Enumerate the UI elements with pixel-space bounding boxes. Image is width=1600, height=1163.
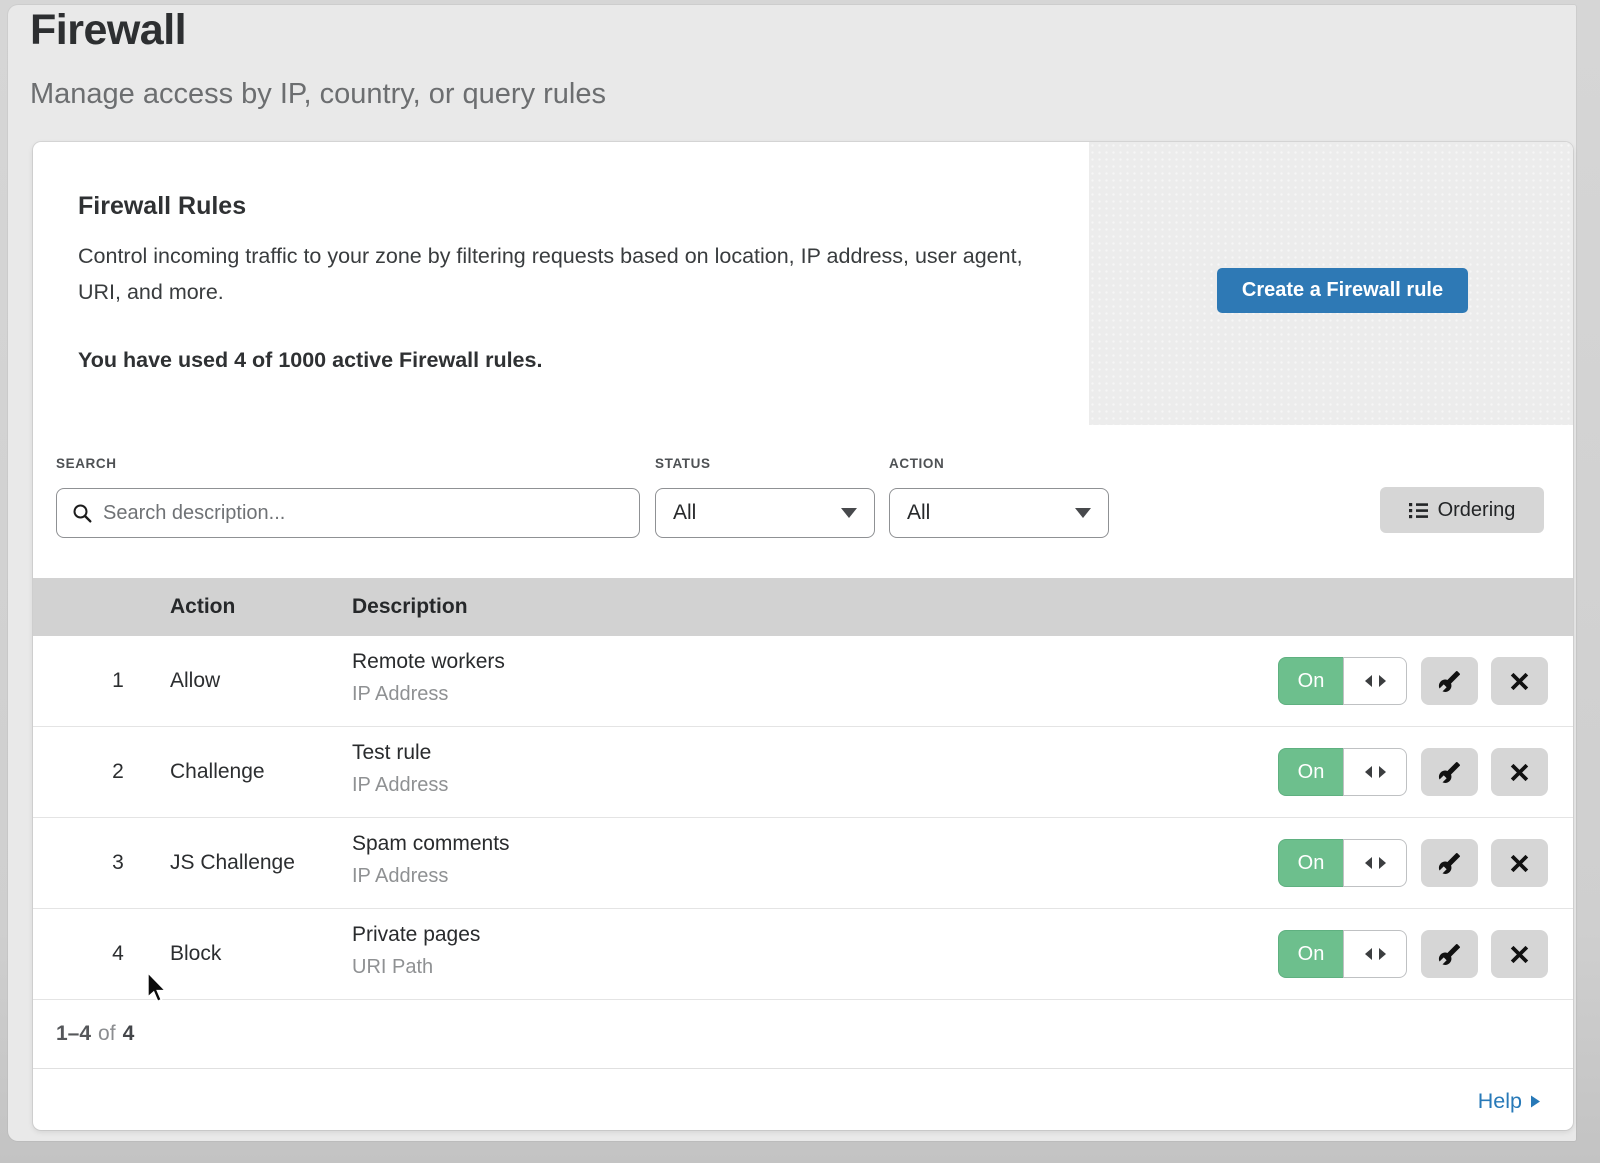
rule-toggle[interactable]: On [1278,748,1407,796]
create-firewall-rule-button[interactable]: Create a Firewall rule [1217,268,1468,313]
toggle-on-label[interactable]: On [1278,930,1343,978]
toggle-on-label[interactable]: On [1278,657,1343,705]
column-header-action: Action [170,578,235,636]
help-link-label: Help [1478,1089,1522,1114]
table-row: 3 JS Challenge Spam comments IP Address … [33,818,1573,909]
pagination-range: 1–4 [56,1022,91,1046]
rule-description: Remote workers [352,650,505,674]
wrench-icon [1438,761,1461,784]
rule-priority: 1 [93,636,143,726]
left-right-arrows-icon [1365,766,1386,778]
toggle-on-label[interactable]: On [1278,839,1343,887]
rule-match-type: IP Address [352,774,448,797]
rule-match-type: IP Address [352,683,448,706]
x-icon [1509,671,1530,692]
rules-table-body: 1 Allow Remote workers IP Address On [33,636,1573,1069]
column-header-description: Description [352,578,468,636]
rule-match-type: IP Address [352,865,448,888]
pagination-of: of [98,1022,116,1046]
search-box[interactable] [56,488,640,538]
action-label: ACTION [889,456,944,471]
rule-action: Challenge [170,727,265,817]
rule-description: Private pages [352,923,480,947]
page-subtitle: Manage access by IP, country, or query r… [30,78,606,111]
ordering-button[interactable]: Ordering [1380,487,1544,533]
card-description: Control incoming traffic to your zone by… [78,238,1023,310]
rule-description: Spam comments [352,832,510,856]
rule-toggle[interactable]: On [1278,657,1407,705]
ordered-list-icon [1409,502,1428,519]
rule-priority: 3 [93,818,143,908]
rule-description: Test rule [352,741,431,765]
status-select[interactable]: All [655,488,875,538]
table-row: 1 Allow Remote workers IP Address On [33,636,1573,727]
edit-rule-button[interactable] [1421,930,1478,978]
usage-summary: You have used 4 of 1000 active Firewall … [78,348,542,373]
toggle-handle[interactable] [1343,657,1407,705]
card-heading: Firewall Rules [78,192,246,221]
rule-match-type: URI Path [352,956,433,979]
wrench-icon [1438,943,1461,966]
rule-toggle[interactable]: On [1278,839,1407,887]
search-label: SEARCH [56,456,117,471]
rule-action: Block [170,909,221,999]
ordering-button-label: Ordering [1438,499,1516,522]
toggle-handle[interactable] [1343,930,1407,978]
page-title: Firewall [30,6,186,55]
status-label: STATUS [655,456,711,471]
x-icon [1509,944,1530,965]
search-input[interactable] [103,502,639,525]
wrench-icon [1438,852,1461,875]
action-select[interactable]: All [889,488,1109,538]
status-select-value: All [673,501,696,525]
left-right-arrows-icon [1365,675,1386,687]
pagination-total: 4 [123,1022,135,1046]
card-footer: Help [33,1073,1573,1130]
action-select-value: All [907,501,930,525]
rule-priority: 4 [93,909,143,999]
table-header: Action Description [33,578,1573,636]
search-icon [72,503,92,523]
table-row: 2 Challenge Test rule IP Address On [33,727,1573,818]
toggle-on-label[interactable]: On [1278,748,1343,796]
delete-rule-button[interactable] [1491,839,1548,887]
wrench-icon [1438,670,1461,693]
x-icon [1509,853,1530,874]
table-row: 4 Block Private pages URI Path On [33,909,1573,1000]
help-link[interactable]: Help [1478,1073,1540,1130]
right-triangle-icon [1531,1095,1540,1108]
rule-action: JS Challenge [170,818,295,908]
rule-toggle[interactable]: On [1278,930,1407,978]
rule-priority: 2 [93,727,143,817]
toggle-handle[interactable] [1343,839,1407,887]
left-right-arrows-icon [1365,948,1386,960]
edit-rule-button[interactable] [1421,657,1478,705]
x-icon [1509,762,1530,783]
edit-rule-button[interactable] [1421,748,1478,796]
rule-action: Allow [170,636,220,726]
firewall-rules-card: Create a Firewall rule Firewall Rules Co… [33,142,1573,1130]
chevron-down-icon [1075,508,1091,518]
delete-rule-button[interactable] [1491,748,1548,796]
chevron-down-icon [841,508,857,518]
delete-rule-button[interactable] [1491,657,1548,705]
toggle-handle[interactable] [1343,748,1407,796]
pagination-summary: 1–4 of 4 [33,1000,1573,1069]
delete-rule-button[interactable] [1491,930,1548,978]
left-right-arrows-icon [1365,857,1386,869]
edit-rule-button[interactable] [1421,839,1478,887]
